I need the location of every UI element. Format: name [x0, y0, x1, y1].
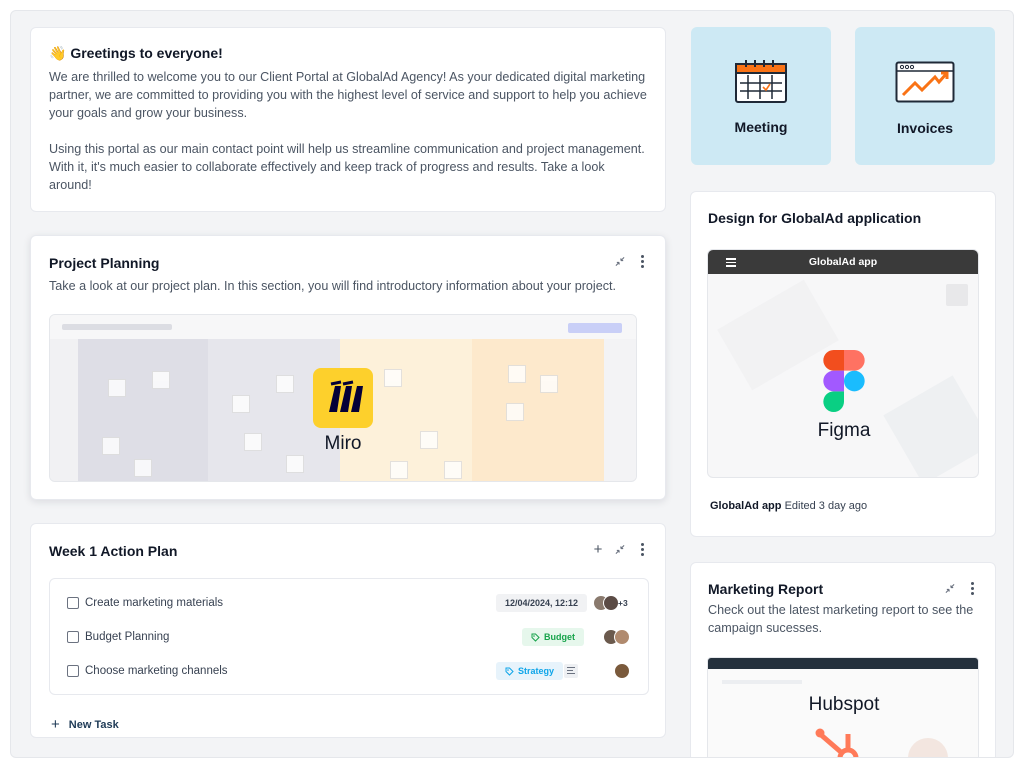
collapse-icon[interactable] — [615, 254, 625, 268]
figma-embed[interactable]: GlobalAd app Figma — [707, 249, 979, 478]
marketing-report-title: Marketing Report — [708, 581, 824, 597]
budget-tag[interactable]: Budget — [522, 628, 584, 646]
task-label: Choose marketing channels — [85, 665, 228, 677]
hubspot-logo-icon — [815, 728, 859, 757]
extra-assignees-count[interactable]: +3 — [618, 598, 628, 608]
marketing-report-description: Check out the latest marketing report to… — [708, 603, 974, 635]
task-list: Create marketing materials 12/04/2024, 1… — [49, 578, 649, 695]
menu-icon — [726, 258, 736, 269]
figma-label: Figma — [817, 420, 871, 441]
figma-logo-icon — [823, 350, 865, 412]
task-checkbox[interactable] — [67, 597, 79, 609]
more-icon[interactable] — [637, 254, 647, 268]
design-card-title: Design for GlobalAd application — [708, 210, 922, 226]
hubspot-nav-bar — [708, 658, 978, 669]
project-planning-title: Project Planning — [49, 255, 160, 271]
action-plan-title: Week 1 Action Plan — [49, 543, 178, 559]
file-meta: GlobalAd app Edited 3 day ago — [710, 500, 867, 512]
app-bar-title: GlobalAd app — [808, 256, 878, 268]
task-label: Budget Planning — [85, 631, 170, 643]
task-label: Create marketing materials — [85, 597, 224, 609]
portal-dashboard: 👋 Greetings to everyone! We are thrilled… — [10, 10, 1014, 758]
task-row[interactable]: Budget Planning Budget — [50, 620, 648, 654]
design-card: Design for GlobalAd application GlobalAd… — [690, 191, 996, 537]
avatar[interactable] — [603, 595, 619, 611]
strategy-tag[interactable]: Strategy — [496, 662, 564, 680]
miro-label: Miro — [324, 433, 362, 454]
task-row[interactable]: Choose marketing channels Strategy — [50, 654, 648, 688]
plus-icon: + — [51, 716, 60, 733]
invoices-tile[interactable]: Invoices — [855, 27, 995, 165]
action-plan-card: Week 1 Action Plan + Create marketing ma… — [30, 523, 666, 738]
project-planning-card: Project Planning Take a look at our proj… — [30, 235, 666, 500]
collapse-icon[interactable] — [615, 542, 625, 556]
due-date-badge[interactable]: 12/04/2024, 12:12 — [496, 594, 588, 612]
miro-board-embed[interactable]: Miro — [49, 314, 637, 482]
new-task-button[interactable]: + New Task — [51, 716, 119, 733]
avatar[interactable] — [614, 629, 630, 645]
chart-growth-icon — [895, 61, 955, 103]
greeting-paragraph-1: We are thrilled to welcome you to our Cl… — [49, 70, 647, 120]
more-icon[interactable] — [637, 542, 647, 556]
miro-logo-icon — [313, 368, 373, 428]
greeting-card: 👋 Greetings to everyone! We are thrilled… — [30, 27, 666, 212]
more-icon[interactable] — [967, 581, 977, 595]
invoices-label: Invoices — [896, 120, 954, 136]
add-icon[interactable]: + — [593, 541, 603, 558]
hubspot-embed[interactable]: Hubspot — [707, 657, 979, 757]
meeting-tile[interactable]: Meeting — [691, 27, 831, 165]
task-checkbox[interactable] — [67, 631, 79, 643]
task-checkbox[interactable] — [67, 665, 79, 677]
tag-icon — [531, 633, 540, 642]
task-row[interactable]: Create marketing materials 12/04/2024, 1… — [50, 586, 648, 620]
budget-tag-label: Budget — [544, 632, 575, 642]
collapse-icon[interactable] — [945, 581, 955, 595]
greeting-paragraph-2: Using this portal as our main contact po… — [49, 142, 645, 192]
edited-time: Edited 3 day ago — [784, 500, 868, 512]
new-task-label: New Task — [68, 718, 119, 731]
marketing-report-card: Marketing Report Check out the latest ma… — [690, 562, 996, 757]
avatar[interactable] — [614, 663, 630, 679]
hubspot-label: Hubspot — [808, 694, 880, 715]
calendar-icon — [735, 60, 787, 103]
description-icon[interactable] — [564, 664, 578, 678]
app-bar: GlobalAd app — [708, 250, 978, 274]
tag-icon — [505, 667, 514, 676]
meeting-label: Meeting — [734, 119, 788, 135]
greeting-title: 👋 Greetings to everyone! — [49, 45, 223, 61]
file-name: GlobalAd app — [710, 500, 782, 512]
strategy-tag-label: Strategy — [518, 666, 555, 676]
project-planning-description: Take a look at our project plan. In this… — [49, 279, 617, 293]
